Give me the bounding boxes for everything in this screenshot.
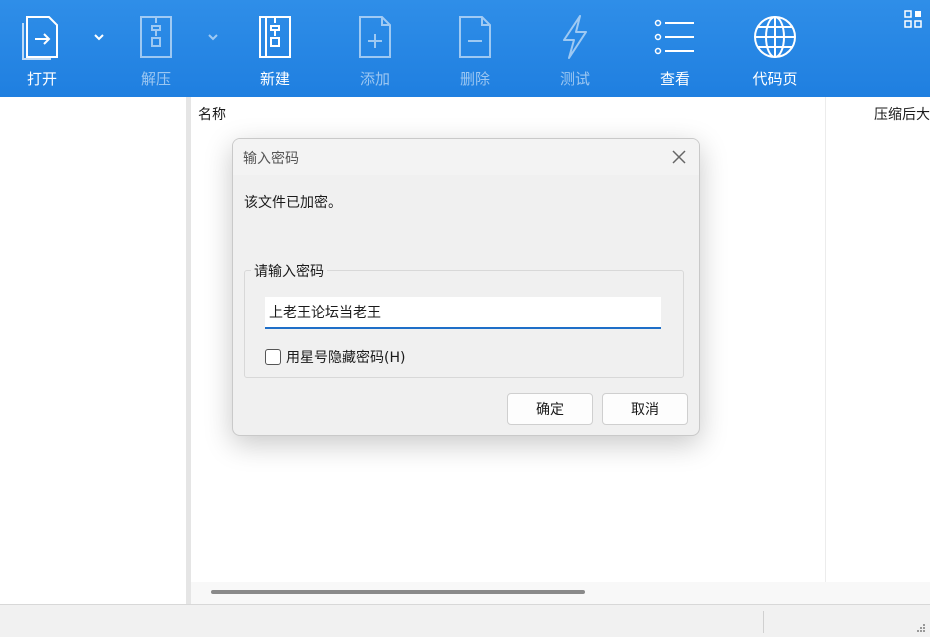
- delete-file-icon: [459, 16, 491, 58]
- layout-grid-icon[interactable]: [904, 10, 922, 28]
- checkbox-box[interactable]: [265, 349, 281, 365]
- open-dropdown-chevron-icon[interactable]: [91, 30, 107, 44]
- extract-icon: [140, 16, 172, 58]
- toolbar-view-label: 查看: [659, 70, 690, 88]
- encrypted-message: 该文件已加密。: [244, 195, 342, 211]
- status-bar-divider: [763, 611, 764, 633]
- horizontal-scrollbar[interactable]: [191, 582, 930, 604]
- toolbar-new-label: 新建: [259, 70, 290, 88]
- view-list-icon: [654, 19, 694, 55]
- toolbar-view-button[interactable]: 查看: [630, 0, 720, 97]
- toolbar: 打开 解压 新建 添加 删除 测试 查看 代码页: [0, 0, 930, 97]
- globe-icon: [754, 16, 796, 58]
- resize-grip-icon[interactable]: [916, 623, 926, 633]
- mask-password-label: 用星号隐藏密码(H): [286, 350, 406, 366]
- ok-button[interactable]: 确定: [507, 393, 593, 425]
- toolbar-extract-label: 解压: [140, 70, 171, 88]
- password-dialog: 输入密码 该文件已加密。 请输入密码 用星号隐藏密码(H) 确定 取消: [232, 138, 700, 436]
- password-input[interactable]: [265, 297, 661, 329]
- test-icon: [563, 15, 587, 59]
- cancel-button[interactable]: 取消: [602, 393, 688, 425]
- add-file-icon: [359, 16, 391, 58]
- mask-password-checkbox[interactable]: 用星号隐藏密码(H): [265, 347, 405, 367]
- folder-tree-pane[interactable]: [0, 97, 186, 604]
- new-archive-icon: [259, 16, 291, 58]
- toolbar-open-label: 打开: [26, 70, 57, 88]
- status-bar: [0, 604, 930, 637]
- extract-dropdown-chevron-icon[interactable]: [205, 30, 221, 44]
- open-file-icon: [22, 16, 58, 60]
- toolbar-codepage-label: 代码页: [752, 70, 798, 88]
- toolbar-test-button[interactable]: 测试: [530, 0, 620, 97]
- toolbar-codepage-button[interactable]: 代码页: [730, 0, 820, 97]
- close-icon[interactable]: [669, 147, 689, 167]
- column-header-compressed-size[interactable]: 压缩后大: [874, 104, 930, 124]
- password-group: 请输入密码 用星号隐藏密码(H): [244, 261, 684, 378]
- toolbar-new-button[interactable]: 新建: [230, 0, 320, 97]
- dialog-titlebar[interactable]: 输入密码: [233, 139, 699, 175]
- password-group-label: 请输入密码: [251, 261, 327, 281]
- toolbar-extract-button[interactable]: 解压: [111, 0, 201, 97]
- column-header-name[interactable]: 名称: [198, 104, 226, 124]
- toolbar-add-button[interactable]: 添加: [330, 0, 420, 97]
- horizontal-scrollbar-thumb[interactable]: [211, 590, 585, 594]
- toolbar-open-button[interactable]: 打开: [0, 0, 87, 97]
- column-divider: [825, 97, 826, 582]
- toolbar-delete-button[interactable]: 删除: [430, 0, 520, 97]
- toolbar-delete-label: 删除: [459, 70, 490, 88]
- toolbar-test-label: 测试: [559, 70, 590, 88]
- toolbar-add-label: 添加: [359, 70, 390, 88]
- dialog-title: 输入密码: [243, 151, 299, 167]
